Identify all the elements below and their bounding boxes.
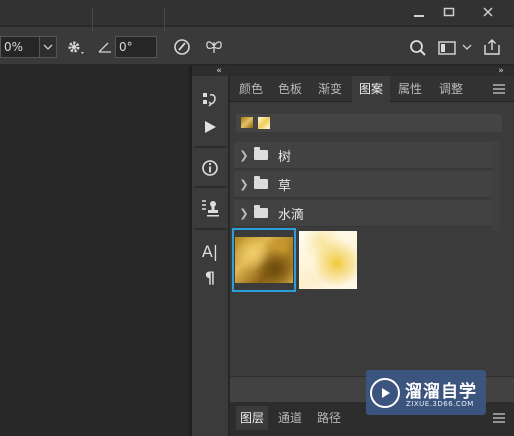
search-icon (410, 40, 426, 56)
strip-separator (194, 146, 227, 148)
folder-icon (254, 205, 268, 218)
workspace-button[interactable] (436, 37, 458, 59)
history-icon (203, 93, 216, 107)
clone-source-button[interactable] (197, 195, 223, 221)
recent-pattern-swatch[interactable] (258, 117, 270, 129)
settings-button[interactable] (64, 37, 88, 59)
options-separator (164, 7, 165, 31)
pattern-group[interactable]: ❯ 树 (234, 142, 492, 169)
maximize-icon (443, 7, 455, 17)
history-button[interactable] (197, 86, 223, 112)
close-button[interactable] (470, 1, 506, 23)
expand-icon[interactable]: » (494, 66, 508, 76)
tab-paths[interactable]: 路径 (313, 406, 345, 430)
play-logo-icon (370, 378, 400, 408)
chevron-down-icon (462, 44, 472, 50)
chevron-right-icon[interactable]: ❯ (236, 149, 252, 162)
tab-swatches[interactable]: 色板 (272, 76, 308, 102)
layers-menu-button[interactable] (490, 409, 508, 427)
strip-separator (194, 228, 227, 230)
folder-icon (254, 176, 268, 189)
panel-menu-button[interactable] (490, 80, 508, 98)
gear-icon (68, 41, 84, 54)
angle-field[interactable]: 0° (115, 36, 157, 58)
document-canvas[interactable] (0, 66, 189, 436)
stamp-icon (202, 200, 219, 217)
butterfly-icon (206, 41, 222, 53)
chevron-right-icon[interactable]: ❯ (236, 178, 252, 191)
play-icon (205, 121, 216, 133)
tab-gradients[interactable]: 渐变 (312, 76, 348, 102)
recent-pattern-swatch[interactable] (241, 117, 253, 128)
pattern-group[interactable]: ❯ 水滴 (234, 200, 492, 227)
tab-layers[interactable]: 图层 (236, 406, 268, 430)
info-button[interactable] (197, 155, 223, 181)
strip-separator (194, 186, 227, 188)
recent-patterns (236, 114, 502, 132)
chevron-right-icon[interactable]: ❯ (236, 207, 252, 220)
pattern-thumbnail-watercolor[interactable] (299, 231, 357, 289)
tab-color[interactable]: 颜色 (233, 76, 269, 102)
pressure-opacity-button[interactable] (171, 36, 193, 58)
pressure-icon (174, 39, 190, 55)
paragraph-button[interactable]: ¶ (197, 264, 223, 290)
folder-icon (254, 147, 268, 160)
symmetry-button[interactable] (203, 36, 225, 58)
minimize-button[interactable] (405, 1, 433, 23)
workspace-dropdown[interactable] (460, 38, 474, 56)
menu-icon (493, 84, 505, 94)
character-button[interactable]: A| (197, 238, 223, 264)
maximize-button[interactable] (435, 1, 463, 23)
collapse-icon[interactable]: « (212, 66, 226, 76)
panel-header (230, 66, 514, 76)
tab-properties[interactable]: 属性 (392, 76, 428, 102)
angle-icon (96, 38, 114, 56)
share-icon (484, 39, 500, 55)
search-button[interactable] (407, 37, 429, 59)
actions-button[interactable] (197, 114, 223, 140)
pattern-group[interactable]: ❯ 草 (234, 171, 492, 198)
opacity-dropdown[interactable] (40, 36, 57, 58)
panel-scrollbar[interactable] (492, 141, 500, 231)
watermark-title: 溜溜自学 (405, 382, 477, 402)
group-label: 树 (278, 149, 292, 165)
minimize-icon (414, 15, 424, 17)
tab-patterns[interactable]: 图案 (352, 76, 390, 102)
group-label: 草 (278, 178, 292, 194)
workspace-icon (438, 41, 456, 55)
chevron-down-icon (43, 44, 53, 50)
options-separator (92, 7, 93, 31)
pattern-thumbnail-gold[interactable] (235, 237, 293, 283)
group-label: 水滴 (278, 207, 305, 223)
tab-adjustments[interactable]: 调整 (432, 76, 470, 102)
tab-channels[interactable]: 通道 (274, 406, 306, 430)
opacity-field[interactable]: 0% (0, 36, 40, 58)
watermark-url: ZIXUE.3D66.COM (406, 400, 474, 408)
share-button[interactable] (481, 36, 503, 58)
info-icon (202, 160, 218, 176)
menu-icon (493, 413, 505, 423)
close-icon (483, 7, 493, 17)
